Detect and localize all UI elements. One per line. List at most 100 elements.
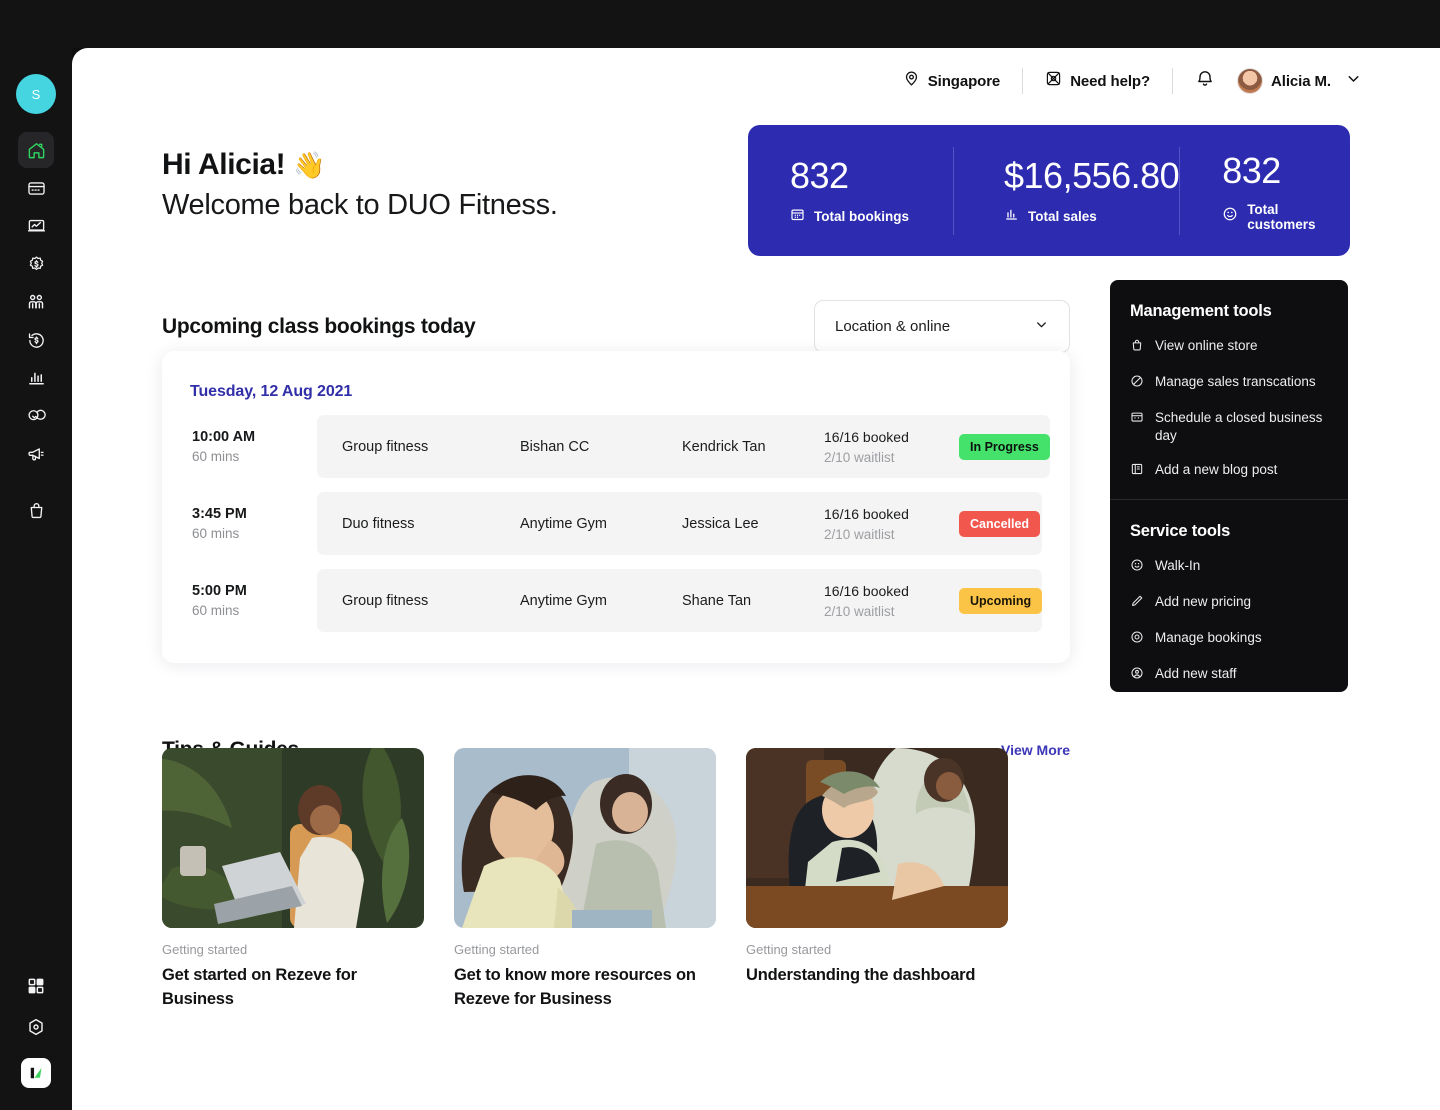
waving-hand-icon: 👋 — [293, 150, 325, 181]
stat-label-row: Total customers — [1222, 202, 1350, 232]
tools-panel: Management tools View online store — [1110, 280, 1348, 692]
sidebar-item-customers[interactable] — [18, 284, 54, 320]
tool-add-new-pricing[interactable]: Add new pricing — [1130, 593, 1328, 613]
bag-icon — [1130, 338, 1145, 357]
booking-counts: 16/16 booked 2/10 waitlist — [824, 429, 959, 465]
tool-label: Manage bookings — [1155, 629, 1262, 647]
tool-label: Add a new blog post — [1155, 461, 1277, 479]
greeting-line-1: Hi Alicia! 👋 — [162, 148, 558, 182]
tool-manage-bookings[interactable]: Manage bookings — [1130, 629, 1328, 649]
booking-duration: 60 mins — [192, 526, 317, 541]
grid-apps-icon[interactable] — [26, 976, 46, 1001]
booking-time-cell: 5:00 PM 60 mins — [190, 583, 317, 618]
top-bar: Singapore Need help? Alicia M. — [903, 61, 1362, 101]
table-row[interactable]: 10:00 AM 60 mins Group fitness Bishan CC… — [190, 415, 1042, 478]
booking-class: Group fitness — [342, 439, 520, 455]
tool-label: View online store — [1155, 337, 1258, 355]
rezeve-logo-icon[interactable] — [21, 1058, 51, 1088]
tip-title: Get to know more resources on Rezeve for… — [454, 964, 716, 1012]
target-icon — [1130, 630, 1145, 649]
service-tools-block: Service tools Walk-In Add new — [1110, 499, 1348, 692]
tool-add-new-staff[interactable]: Add new staff — [1130, 665, 1328, 685]
app-sidebar: S — [0, 0, 72, 1110]
booking-staff: Kendrick Tan — [682, 439, 824, 455]
settings-hex-icon[interactable] — [26, 1017, 46, 1042]
chevron-down-icon[interactable] — [1345, 70, 1362, 92]
user-name-label: Alicia M. — [1271, 73, 1331, 90]
booking-waitlist-count: 2/10 waitlist — [824, 604, 959, 619]
refund-icon — [27, 331, 46, 350]
booking-venue: Anytime Gym — [520, 593, 682, 609]
booking-row-body: Duo fitness Anytime Gym Jessica Lee 16/1… — [317, 492, 1042, 555]
tool-label: Add new pricing — [1155, 593, 1251, 611]
table-row[interactable]: 5:00 PM 60 mins Group fitness Anytime Gy… — [190, 569, 1042, 632]
tip-title: Get started on Rezeve for Business — [162, 964, 424, 1012]
bell-icon[interactable] — [1195, 69, 1215, 94]
tip-kicker: Getting started — [162, 942, 424, 957]
booking-time-cell: 3:45 PM 60 mins — [190, 506, 317, 541]
greeting-line-2: Welcome back to DUO Fitness. — [162, 189, 558, 222]
article-icon — [1130, 462, 1145, 481]
booking-time: 10:00 AM — [192, 429, 317, 445]
sidebar-item-reports[interactable] — [18, 208, 54, 244]
sidebar-item-analytics[interactable] — [18, 360, 54, 396]
tool-view-online-store[interactable]: View online store — [1130, 337, 1328, 357]
main-content: Singapore Need help? Alicia M. — [72, 48, 1440, 1110]
stat-value: 832 — [790, 155, 953, 197]
need-help-button[interactable]: Need help? — [1045, 70, 1150, 92]
user-menu[interactable]: Alicia M. — [1237, 68, 1331, 94]
booking-booked-count: 16/16 booked — [824, 506, 909, 522]
sidebar-item-refunds[interactable] — [18, 322, 54, 358]
map-pin-icon — [903, 70, 920, 92]
stat-value: $16,556.80 — [1004, 155, 1179, 197]
tool-label: Manage sales transcations — [1155, 373, 1316, 391]
stat-label-row: Total sales — [1004, 207, 1179, 227]
need-help-label: Need help? — [1070, 73, 1150, 90]
topbar-divider-2 — [1172, 68, 1173, 94]
sidebar-item-sales[interactable] — [18, 246, 54, 282]
tool-manage-sales-transactions[interactable]: Manage sales transcations — [1130, 373, 1328, 393]
bookings-date: Tuesday, 12 Aug 2021 — [190, 383, 1042, 401]
tip-image — [746, 748, 1008, 928]
tool-walk-in[interactable]: Walk-In — [1130, 557, 1328, 577]
sidebar-bottom-group — [21, 976, 51, 1088]
brand-initial: S — [32, 87, 41, 102]
sidebar-item-home[interactable] — [18, 132, 54, 168]
booking-booked-count: 16/16 booked — [824, 429, 909, 445]
booking-row-body: Group fitness Anytime Gym Shane Tan 16/1… — [317, 569, 1042, 632]
sidebar-item-partners[interactable] — [18, 398, 54, 434]
tip-card[interactable]: Getting started Get started on Rezeve fo… — [162, 748, 424, 1012]
location-online-filter[interactable]: Location & online — [814, 300, 1070, 353]
sidebar-nav-list — [18, 132, 54, 530]
booking-staff: Shane Tan — [682, 593, 824, 609]
smiley-icon — [1130, 558, 1145, 577]
booking-time-cell: 10:00 AM 60 mins — [190, 429, 317, 464]
tip-kicker: Getting started — [454, 942, 716, 957]
tip-kicker: Getting started — [746, 942, 1008, 957]
tips-grid: Getting started Get started on Rezeve fo… — [162, 748, 1070, 1012]
stat-label: Total sales — [1028, 209, 1097, 224]
table-row[interactable]: 3:45 PM 60 mins Duo fitness Anytime Gym … — [190, 492, 1042, 555]
sidebar-item-payments[interactable] — [18, 170, 54, 206]
booking-waitlist-count: 2/10 waitlist — [824, 527, 959, 542]
booking-time: 5:00 PM — [192, 583, 317, 599]
status-badge: Upcoming — [959, 588, 1042, 614]
tip-card[interactable]: Getting started Get to know more resourc… — [454, 748, 716, 1012]
tool-add-blog-post[interactable]: Add a new blog post — [1130, 461, 1328, 481]
location-selector[interactable]: Singapore — [903, 70, 1000, 92]
brand-avatar[interactable]: S — [16, 74, 56, 114]
sidebar-item-store[interactable] — [18, 492, 54, 528]
sidebar-item-marketing[interactable] — [18, 436, 54, 472]
booking-venue: Bishan CC — [520, 439, 682, 455]
status-badge: In Progress — [959, 434, 1050, 460]
page-title: Upcoming class bookings today — [162, 315, 475, 339]
tip-image — [454, 748, 716, 928]
bar-chart-icon — [1004, 207, 1019, 227]
booking-venue: Anytime Gym — [520, 516, 682, 532]
booking-duration: 60 mins — [192, 449, 317, 464]
tip-card[interactable]: Getting started Understanding the dashbo… — [746, 748, 1008, 1012]
booking-staff: Jessica Lee — [682, 516, 824, 532]
tool-schedule-closed-day[interactable]: Schedule a closed business day — [1130, 409, 1328, 445]
status-badge: Cancelled — [959, 511, 1040, 537]
calendar-icon — [1130, 410, 1145, 429]
